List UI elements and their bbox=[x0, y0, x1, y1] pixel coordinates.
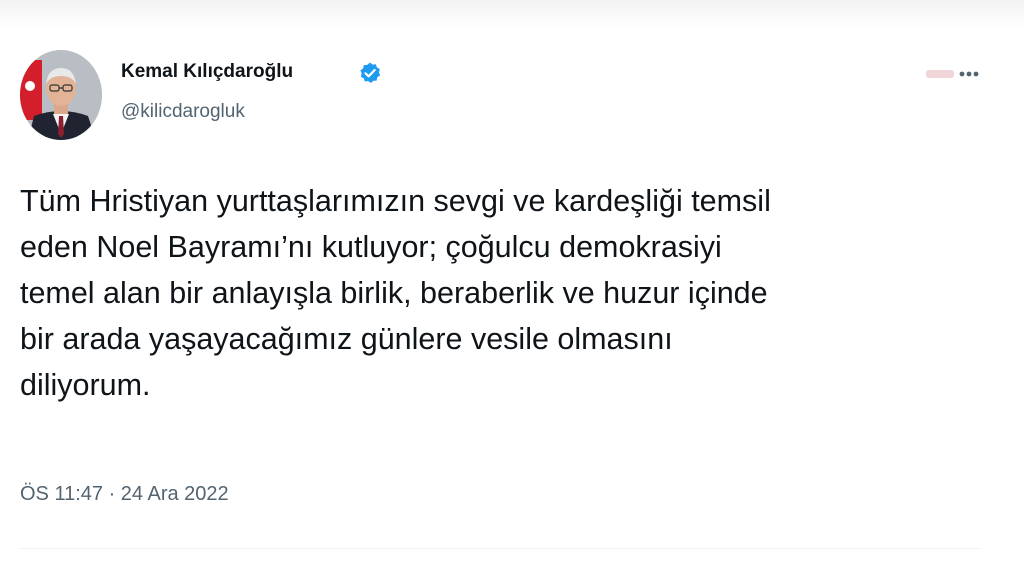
tweet-text-line: temel alan bir anlayışla birlik, beraber… bbox=[20, 276, 768, 310]
tweet-timestamp[interactable]: ÖS 11:47 · 24 Ara 2022 bbox=[20, 483, 229, 506]
tweet-text-line: eden Noel Bayramı’nı kutluyor; çoğulcu d… bbox=[20, 230, 722, 264]
tweet-text-line: diliyorum. bbox=[20, 368, 151, 402]
avatar-portrait-icon bbox=[20, 50, 102, 140]
author-handle[interactable]: @kilicdarogluk bbox=[121, 101, 245, 123]
tweet-text: Tüm Hristiyan yurttaşlarımızın sevgi ve … bbox=[20, 178, 1010, 408]
top-faded-strip bbox=[0, 0, 1024, 30]
avatar[interactable] bbox=[20, 50, 102, 140]
verified-badge-icon bbox=[360, 62, 381, 83]
divider bbox=[20, 548, 980, 549]
more-options-icon[interactable] bbox=[926, 66, 980, 82]
tweet-text-line: Tüm Hristiyan yurttaşlarımızın sevgi ve … bbox=[20, 184, 771, 218]
author-display-name[interactable]: Kemal Kılıçdaroğlu bbox=[121, 61, 293, 83]
tweet-card: Kemal Kılıçdaroğlu @kilicdarogluk Tüm Hr… bbox=[0, 0, 1024, 576]
tweet-text-line: bir arada yaşayacağımız günlere vesile o… bbox=[20, 322, 673, 356]
